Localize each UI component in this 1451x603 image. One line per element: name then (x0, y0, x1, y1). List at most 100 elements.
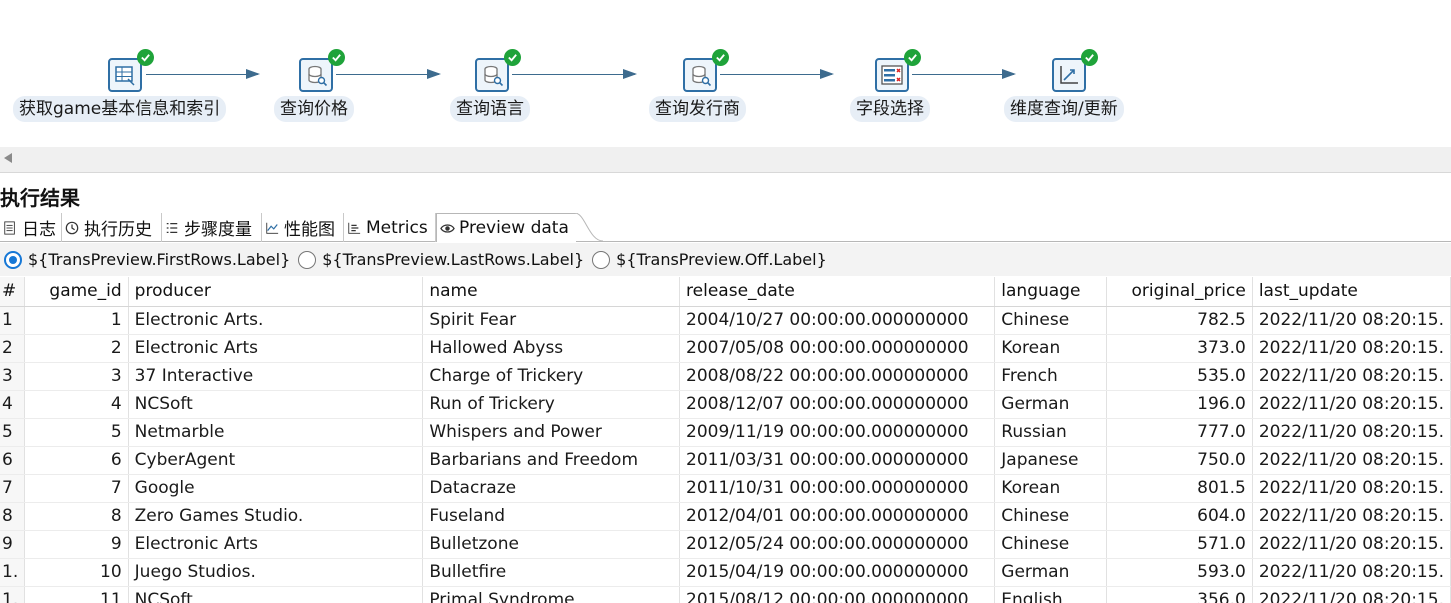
cell-name[interactable]: Fuseland (422, 502, 681, 531)
cell-row-index[interactable]: 2 (0, 334, 26, 363)
step-label[interactable]: 获取game基本信息和索引 (13, 96, 227, 122)
select-values-icon[interactable] (875, 58, 909, 92)
table-row[interactable]: 8 8 Zero Games Studio. Fuseland 2012/04/01 0… (0, 502, 1451, 531)
cell-name[interactable]: Bulletfire (422, 558, 681, 587)
cell-producer[interactable]: 37 Interactive (128, 362, 424, 391)
cell-name[interactable]: Bulletzone (422, 530, 681, 559)
cell-language[interactable]: Korean (994, 474, 1107, 503)
table-row[interactable]: 3 3 37 Interactive Charge of Trickery 2008/0… (0, 362, 1451, 391)
tab-log[interactable]: 日志 (0, 213, 62, 242)
cell-original-price[interactable]: 801.5 (1106, 474, 1253, 503)
cell-row-index[interactable]: 4 (0, 390, 26, 419)
cell-release-date[interactable]: 2008/08/22 00:00:00.000000000 (679, 362, 996, 391)
cell-row-index[interactable]: 9 (0, 530, 26, 559)
cell-language[interactable]: Japanese (994, 446, 1107, 475)
cell-release-date[interactable]: 2008/12/07 00:00:00.000000000 (679, 390, 996, 419)
column-header-game-id[interactable]: game_id (24, 277, 129, 307)
radio-first-rows[interactable] (4, 250, 22, 269)
cell-last-update[interactable]: 2022/11/20 08:20:15. (1252, 530, 1451, 559)
cell-release-date[interactable]: 2015/08/12 00:00:00.000000000 (679, 586, 996, 603)
cell-release-date[interactable]: 2012/05/24 00:00:00.000000000 (679, 530, 996, 559)
cell-name[interactable]: Spirit Fear (422, 306, 681, 335)
table-row[interactable]: 9 9 Electronic Arts Bulletzone 2012/05/24 00… (0, 530, 1451, 559)
cell-original-price[interactable]: 571.0 (1106, 530, 1253, 559)
cell-last-update[interactable]: 2022/11/20 08:20:15. (1252, 390, 1451, 419)
column-header-release-date[interactable]: release_date (679, 277, 996, 307)
cell-row-index[interactable]: 1. (0, 586, 26, 603)
cell-game-id[interactable]: 7 (24, 474, 129, 503)
cell-producer[interactable]: NCSoft (128, 586, 424, 603)
cell-release-date[interactable]: 2007/05/08 00:00:00.000000000 (679, 334, 996, 363)
cell-row-index[interactable]: 1 (0, 306, 26, 335)
cell-last-update[interactable]: 2022/11/20 08:20:15. (1252, 558, 1451, 587)
cell-row-index[interactable]: 7 (0, 474, 26, 503)
cell-last-update[interactable]: 2022/11/20 08:20:15. (1252, 334, 1451, 363)
step-label[interactable]: 查询语言 (450, 96, 530, 122)
hop-3-4[interactable] (512, 69, 637, 79)
cell-last-update[interactable]: 2022/11/20 08:20:15. (1252, 502, 1451, 531)
cell-producer[interactable]: Google (128, 474, 424, 503)
cell-name[interactable]: Charge of Trickery (422, 362, 681, 391)
table-row[interactable]: 5 5 Netmarble Whispers and Power 2009/11/19 … (0, 418, 1451, 447)
transformation-canvas[interactable]: 获取game基本信息和索引 查询价格 查询语言 查询发行商 字段选择 维度查询/… (0, 0, 1451, 147)
cell-original-price[interactable]: 777.0 (1106, 418, 1253, 447)
db-lookup-icon[interactable] (475, 58, 509, 92)
db-lookup-icon[interactable] (299, 58, 333, 92)
hop-1-2[interactable] (146, 69, 260, 79)
cell-game-id[interactable]: 10 (24, 558, 129, 587)
cell-last-update[interactable]: 2022/11/20 08:20:15. (1252, 586, 1451, 603)
cell-original-price[interactable]: 782.5 (1106, 306, 1253, 335)
cell-original-price[interactable]: 373.0 (1106, 334, 1253, 363)
cell-game-id[interactable]: 3 (24, 362, 129, 391)
step-label[interactable]: 查询价格 (274, 96, 354, 122)
cell-language[interactable]: English (994, 586, 1107, 603)
radio-first-rows-label[interactable]: ${TransPreview.FirstRows.Label} (28, 250, 290, 269)
cell-last-update[interactable]: 2022/11/20 08:20:15. (1252, 418, 1451, 447)
radio-last-rows-label[interactable]: ${TransPreview.LastRows.Label} (322, 250, 584, 269)
tab-history[interactable]: 执行历史 (62, 213, 162, 242)
column-header-row-index[interactable]: # (0, 277, 26, 307)
table-row[interactable]: 1. 10 Juego Studios. Bulletfire 2015/04/19 0… (0, 558, 1451, 587)
cell-last-update[interactable]: 2022/11/20 08:20:15. (1252, 474, 1451, 503)
cell-game-id[interactable]: 2 (24, 334, 129, 363)
cell-language[interactable]: German (994, 390, 1107, 419)
cell-release-date[interactable]: 2004/10/27 00:00:00.000000000 (679, 306, 996, 335)
tab-step-metrics[interactable]: 步骤度量 (162, 213, 262, 242)
tab-metrics[interactable]: Metrics (344, 213, 436, 242)
cell-original-price[interactable]: 356.0 (1106, 586, 1253, 603)
cell-last-update[interactable]: 2022/11/20 08:20:15. (1252, 306, 1451, 335)
table-row[interactable]: 1. 11 NCSoft Primal Syndrome 2015/08/12 00:0… (0, 586, 1451, 603)
dimension-lookup-icon[interactable] (1052, 58, 1086, 92)
cell-language[interactable]: Korean (994, 334, 1107, 363)
cell-language[interactable]: Chinese (994, 306, 1107, 335)
cell-release-date[interactable]: 2011/10/31 00:00:00.000000000 (679, 474, 996, 503)
cell-game-id[interactable]: 1 (24, 306, 129, 335)
cell-row-index[interactable]: 3 (0, 362, 26, 391)
cell-original-price[interactable]: 604.0 (1106, 502, 1253, 531)
cell-original-price[interactable]: 750.0 (1106, 446, 1253, 475)
cell-name[interactable]: Primal Syndrome (422, 586, 681, 603)
cell-row-index[interactable]: 8 (0, 502, 26, 531)
step-label[interactable]: 维度查询/更新 (1004, 96, 1124, 122)
cell-game-id[interactable]: 9 (24, 530, 129, 559)
table-row[interactable]: 6 6 CyberAgent Barbarians and Freedom 2011/0… (0, 446, 1451, 475)
table-row[interactable]: 2 2 Electronic Arts Hallowed Abyss 2007/05/0… (0, 334, 1451, 363)
table-row[interactable]: 4 4 NCSoft Run of Trickery 2008/12/07 00:00:… (0, 390, 1451, 419)
table-row[interactable]: 1 1 Electronic Arts. Spirit Fear 2004/10/27 … (0, 306, 1451, 335)
cell-language[interactable]: Chinese (994, 530, 1107, 559)
cell-language[interactable]: Chinese (994, 502, 1107, 531)
cell-name[interactable]: Barbarians and Freedom (422, 446, 681, 475)
radio-last-rows[interactable] (298, 250, 317, 269)
cell-release-date[interactable]: 2015/04/19 00:00:00.000000000 (679, 558, 996, 587)
cell-game-id[interactable]: 8 (24, 502, 129, 531)
radio-off-label[interactable]: ${TransPreview.Off.Label} (616, 250, 827, 269)
step-label[interactable]: 查询发行商 (649, 96, 746, 122)
cell-producer[interactable]: Electronic Arts (128, 530, 424, 559)
canvas-horizontal-scrollbar[interactable] (0, 147, 1451, 173)
cell-language[interactable]: German (994, 558, 1107, 587)
cell-row-index[interactable]: 5 (0, 418, 26, 447)
cell-producer[interactable]: Zero Games Studio. (128, 502, 424, 531)
preview-data-table[interactable]: # game_id producer name release_date language… (0, 277, 1451, 603)
tab-preview-data[interactable]: Preview data (436, 213, 576, 242)
radio-off[interactable] (592, 250, 611, 269)
